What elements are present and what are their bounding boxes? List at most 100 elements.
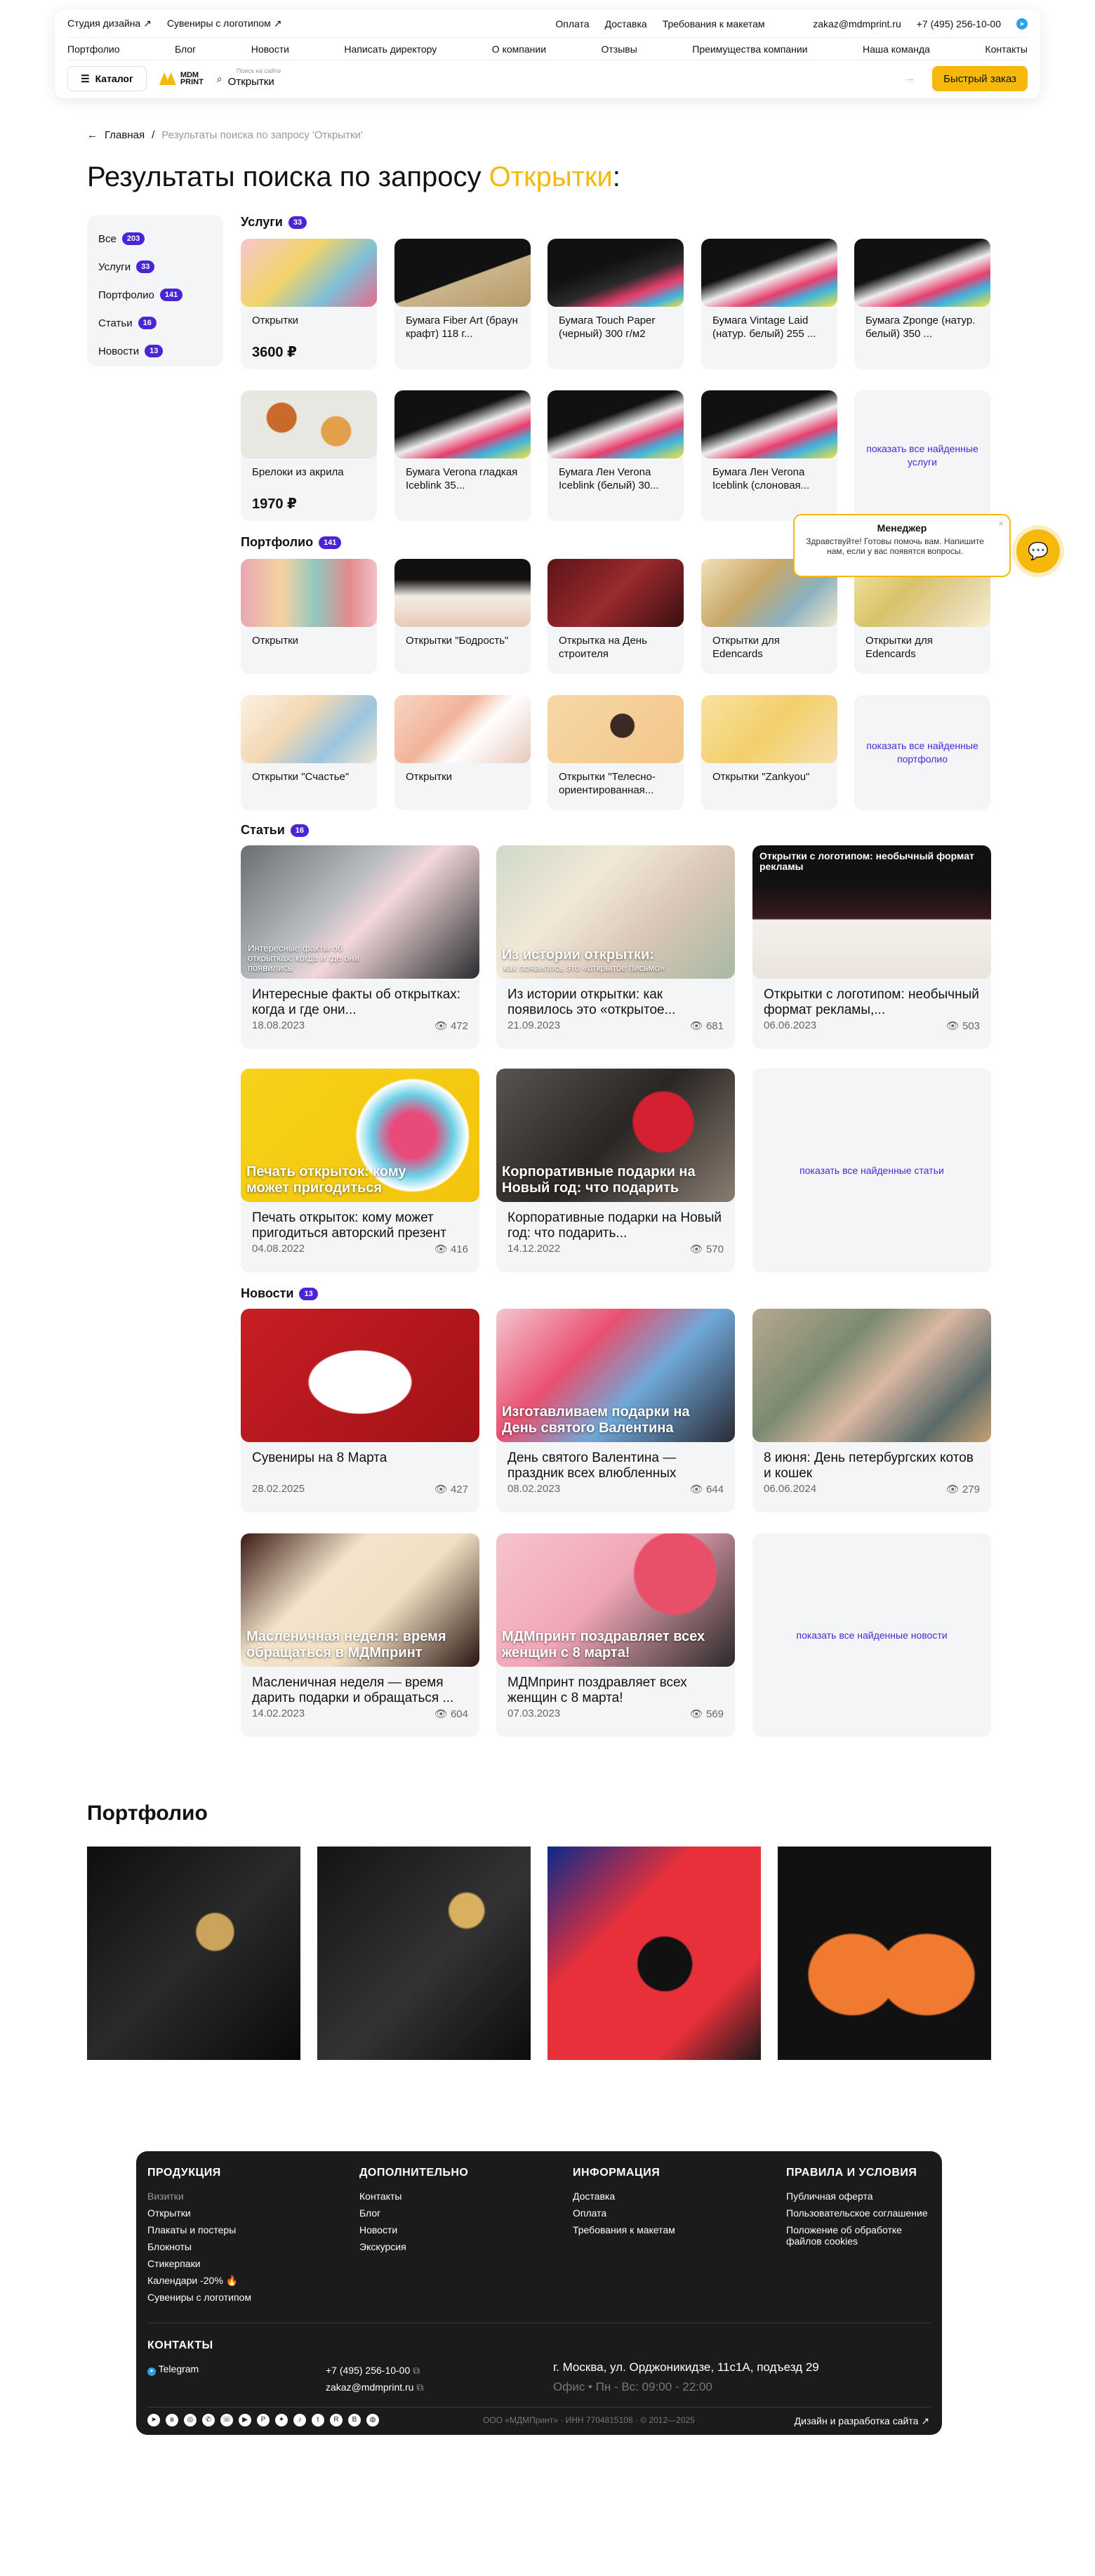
nav-contacts[interactable]: Контакты	[985, 44, 1027, 55]
news-card[interactable]: Сувениры на 8 Марта 28.02.2025 👁 427	[241, 1309, 479, 1512]
footer-link[interactable]: Стикерпаки	[147, 2258, 251, 2269]
footer-link[interactable]: Требования к макетам	[573, 2224, 675, 2235]
arrow-left-icon[interactable]: ←	[87, 129, 98, 141]
article-card[interactable]: Интересные факты об открытках: когда и г…	[241, 845, 479, 1049]
footer-link[interactable]: Календари -20% 🔥	[147, 2275, 251, 2286]
chat-icon[interactable]: 💬	[1016, 529, 1060, 573]
link-requirements[interactable]: Требования к макетам	[663, 18, 765, 29]
header-phone[interactable]: +7 (495) 256-10-00	[917, 18, 1001, 29]
filter-all[interactable]: Все 203	[98, 225, 212, 253]
service-card[interactable]: Бумага Vintage Laid (натур. белый) 255 .…	[701, 239, 837, 369]
service-card[interactable]: Бумага Fiber Art (браун крафт) 118 г...	[394, 239, 531, 369]
footer-link[interactable]: Пользовательское соглашение	[786, 2207, 934, 2219]
nav-news[interactable]: Новости	[251, 44, 289, 55]
pinterest-icon[interactable]: P	[257, 2414, 270, 2426]
link-payment[interactable]: Оплата	[555, 18, 589, 29]
service-card[interactable]: Открытки 3600 ₽	[241, 239, 377, 369]
portfolio-card[interactable]: Открытки "Счастье"	[241, 695, 377, 810]
filter-portfolio[interactable]: Портфолио 141	[98, 281, 212, 309]
whatsapp-icon[interactable]: ✆	[202, 2414, 215, 2426]
portfolio-tile[interactable]	[87, 1847, 300, 2060]
footer-link[interactable]: Открытки	[147, 2207, 251, 2219]
youtube-icon[interactable]: ▶	[239, 2414, 251, 2426]
service-card[interactable]: Брелоки из акрила 1970 ₽	[241, 390, 377, 521]
viber-icon[interactable]: ☏	[220, 2414, 233, 2426]
telegram-icon[interactable]: ➤	[147, 2414, 160, 2426]
news-card[interactable]: Масленичная неделя: время обращаться в М…	[241, 1533, 479, 1737]
article-card[interactable]: Открытки с логотипом: необычный формат р…	[752, 845, 991, 1049]
portfolio-card[interactable]: Открытка на День строителя	[548, 559, 684, 674]
nav-write-director[interactable]: Написать директору	[344, 44, 437, 55]
news-card[interactable]: МДМпринт поздравляет всех женщин с 8 мар…	[496, 1533, 735, 1737]
filter-services[interactable]: Услуги 33	[98, 253, 212, 281]
service-card[interactable]: Бумага Лен Verona Iceblink (слоновая...	[701, 390, 837, 521]
filter-news[interactable]: Новости 13	[98, 337, 212, 365]
behance-icon[interactable]: B	[348, 2414, 361, 2426]
footer-email[interactable]: zakaz@mdmprint.ru	[326, 2382, 413, 2393]
dribbble-icon[interactable]: ◍	[366, 2414, 379, 2426]
footer-link[interactable]: Блокноты	[147, 2241, 251, 2252]
tiktok-icon[interactable]: ♪	[293, 2414, 306, 2426]
close-icon[interactable]: ×	[998, 518, 1004, 529]
nav-team[interactable]: Наша команда	[863, 44, 930, 55]
article-card[interactable]: Из истории открытки: как появилось это «о…	[496, 845, 735, 1049]
quick-order-button[interactable]: Быстрый заказ	[932, 66, 1028, 91]
link-design-studio[interactable]: Студия дизайна ↗	[67, 18, 152, 29]
footer-link[interactable]: Доставка	[573, 2191, 675, 2202]
tumblr-icon[interactable]: t	[312, 2414, 324, 2426]
search-input[interactable]	[227, 75, 899, 88]
nav-portfolio[interactable]: Портфолио	[67, 44, 120, 55]
portfolio-card[interactable]: Открытки "Zankyou"	[701, 695, 837, 810]
portfolio-card[interactable]: Открытки "Телесно-ориентированная...	[548, 695, 684, 810]
footer-link[interactable]: Блог	[359, 2207, 468, 2219]
telegram-icon[interactable]: ➤	[1016, 18, 1028, 29]
show-all-news[interactable]: показать все найденные новости	[752, 1533, 991, 1737]
footer-link[interactable]: Визитки	[147, 2191, 251, 2202]
show-all-services[interactable]: показать все найденные услуги	[854, 390, 990, 521]
show-all-articles[interactable]: показать все найденные статьи	[752, 1069, 991, 1272]
rutube-icon[interactable]: R	[330, 2414, 343, 2426]
footer-link[interactable]: Оплата	[573, 2207, 675, 2219]
footer-link[interactable]: Плакаты и постеры	[147, 2224, 251, 2235]
search-submit-icon[interactable]: →	[904, 72, 915, 85]
portfolio-card[interactable]: Открытки	[394, 695, 531, 810]
portfolio-tile[interactable]	[317, 1847, 531, 2060]
nav-blog[interactable]: Блог	[175, 44, 196, 55]
service-card[interactable]: Бумага Touch Paper (черный) 300 г/м2	[548, 239, 684, 369]
service-card[interactable]: Бумага Verona гладкая Iceblink 35...	[394, 390, 531, 521]
portfolio-card[interactable]: Открытки	[241, 559, 377, 674]
article-card[interactable]: Печать открыток: кому может пригодиться …	[241, 1069, 479, 1272]
instagram-icon[interactable]: ◎	[184, 2414, 197, 2426]
copy-icon[interactable]: ⧉	[413, 2365, 420, 2376]
news-card[interactable]: Изготавливаем подарки на День святого Ва…	[496, 1309, 735, 1512]
service-card[interactable]: Бумага Zponge (натур. белый) 350 ...	[854, 239, 990, 369]
service-card[interactable]: Бумага Лен Verona Iceblink (белый) 30...	[548, 390, 684, 521]
nav-about[interactable]: О компании	[492, 44, 546, 55]
breadcrumb-home[interactable]: Главная	[105, 129, 145, 141]
filter-articles[interactable]: Статьи 16	[98, 309, 212, 337]
copy-icon[interactable]: ⧉	[416, 2382, 423, 2393]
footer-link[interactable]: Положение об обработке файлов cookies	[786, 2224, 934, 2247]
article-card[interactable]: Корпоративные подарки на Новый год: что …	[496, 1069, 735, 1272]
footer-link[interactable]: Контакты	[359, 2191, 468, 2202]
link-souvenirs[interactable]: Сувениры с логотипом ↗	[167, 18, 282, 29]
link-delivery[interactable]: Доставка	[605, 18, 647, 29]
developer-link[interactable]: Дизайн и разработка сайта ↗	[795, 2415, 929, 2427]
catalog-button[interactable]: ☰ Каталог	[67, 66, 147, 91]
logo[interactable]: MDM PRINT	[159, 72, 204, 86]
nav-reviews[interactable]: Отзывы	[602, 44, 637, 55]
nav-advantages[interactable]: Преимущества компании	[692, 44, 807, 55]
footer-link[interactable]: Сувениры с логотипом	[147, 2292, 251, 2303]
footer-link[interactable]: Новости	[359, 2224, 468, 2235]
dzen-icon[interactable]: ✦	[275, 2414, 288, 2426]
portfolio-tile[interactable]	[778, 1847, 991, 2060]
header-email[interactable]: zakaz@mdmprint.ru	[813, 18, 901, 29]
footer-link[interactable]: Публичная оферта	[786, 2191, 934, 2202]
footer-phone[interactable]: +7 (495) 256-10-00	[326, 2365, 410, 2376]
footer-link[interactable]: Экскурсия	[359, 2241, 468, 2252]
vk-icon[interactable]: в	[166, 2414, 178, 2426]
show-all-portfolio[interactable]: показать все найденные портфолио	[854, 695, 990, 810]
portfolio-tile[interactable]	[548, 1847, 761, 2060]
news-card[interactable]: 8 июня: День петербургских котов и кошек…	[752, 1309, 991, 1512]
footer-telegram-link[interactable]: Telegram	[159, 2363, 199, 2374]
